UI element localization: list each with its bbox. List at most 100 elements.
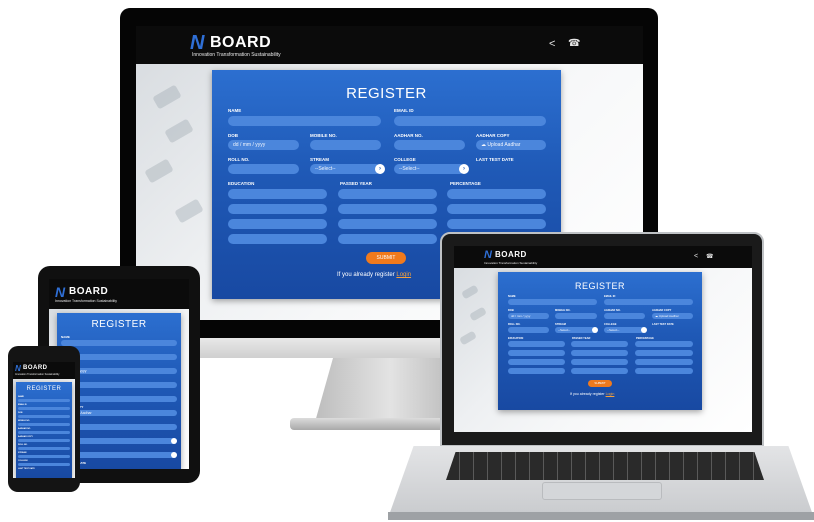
chevron-down-icon[interactable] [171, 438, 177, 444]
education-input[interactable] [508, 341, 565, 347]
education-input[interactable] [228, 234, 327, 244]
education-input[interactable] [228, 189, 327, 199]
percentage-input[interactable] [447, 219, 546, 229]
phone-icon[interactable]: ☎ [706, 253, 713, 260]
logo-n-icon: N [484, 249, 492, 261]
stream-select[interactable]: --Select-- [555, 327, 597, 333]
mobile-label: MOBILE NO. [555, 309, 571, 312]
chevron-down-icon[interactable] [171, 452, 177, 458]
name-input[interactable] [18, 399, 70, 402]
education-input[interactable] [508, 350, 565, 356]
register-title: REGISTER [346, 85, 427, 102]
passed-year-input[interactable] [571, 368, 628, 374]
roll-no-input[interactable] [18, 447, 70, 450]
background-calculator-key [164, 118, 194, 144]
chevron-down-icon[interactable]: › [459, 164, 469, 174]
passed-year-label: PASSED YEAR [572, 337, 591, 340]
chevron-down-icon[interactable] [592, 327, 598, 333]
upload-aadhar-button[interactable]: ☁ Upload Aadhar [476, 140, 546, 150]
laptop-keyboard [446, 452, 764, 480]
site-header: N BOARD Innovation Transformation Sustai… [49, 279, 189, 309]
upload-aadhar-label: Upload Aadhar [487, 142, 521, 148]
passed-year-input[interactable] [571, 350, 628, 356]
register-panel: REGISTER NAME EMAIL ID DOB dd / mm / yyy… [498, 272, 702, 410]
education-input[interactable] [228, 204, 327, 214]
percentage-input[interactable] [635, 359, 693, 365]
dob-label: DOB [18, 412, 23, 414]
college-select[interactable]: --Select-- [604, 327, 645, 333]
percentage-input[interactable] [635, 368, 693, 374]
upload-aadhar-button[interactable]: ☁ Upload Aadhar [652, 313, 693, 319]
chevron-down-icon[interactable] [641, 327, 647, 333]
education-input[interactable] [228, 219, 327, 229]
background-calculator-key [144, 158, 174, 184]
aadhar-no-input[interactable] [604, 313, 645, 319]
mobile-input[interactable] [310, 140, 381, 150]
background-calculator-key [469, 306, 487, 322]
cloud-upload-icon: ☁ [655, 314, 658, 318]
college-label: COLLEGE [394, 157, 416, 162]
college-select[interactable] [18, 463, 70, 466]
stream-select[interactable] [18, 455, 70, 458]
login-link[interactable]: Login [606, 392, 615, 396]
email-input[interactable] [394, 116, 546, 126]
passed-year-label: PASSED YEAR [340, 181, 372, 186]
dob-label: DOB [508, 309, 514, 312]
email-input[interactable] [18, 407, 70, 410]
stream-label: STREAM [18, 452, 27, 454]
upload-aadhar-label: Upload Aadhar [658, 314, 679, 318]
stream-select[interactable]: --Select-- [310, 164, 381, 174]
percentage-label: PERCENTAGE [450, 181, 481, 186]
register-title: REGISTER [91, 319, 147, 330]
roll-no-input[interactable] [228, 164, 299, 174]
roll-no-input[interactable] [508, 327, 549, 333]
percentage-input[interactable] [635, 341, 693, 347]
logo-n-icon: N [15, 364, 21, 373]
percentage-input[interactable] [447, 189, 546, 199]
email-label: EMAIL ID [604, 295, 616, 298]
education-input[interactable] [508, 359, 565, 365]
aadhar-no-label: AADHAR NO. [394, 133, 423, 138]
upload-aadhar-button[interactable] [18, 439, 70, 442]
name-label: NAME [61, 335, 70, 339]
aadhar-no-input[interactable] [18, 431, 70, 434]
site-header: N BOARD Innovation Transformation Sustai… [13, 362, 75, 379]
passed-year-input[interactable] [571, 341, 628, 347]
college-select[interactable]: --Select-- [394, 164, 465, 174]
last-test-date-label: LAST TEST DATE [476, 157, 514, 162]
laptop-trackpad [542, 482, 662, 500]
passed-year-input[interactable] [338, 189, 437, 199]
passed-year-input[interactable] [338, 234, 437, 244]
mobile-input[interactable] [555, 313, 597, 319]
logo-text: BOARD [69, 286, 109, 297]
name-input[interactable] [508, 299, 597, 305]
email-input[interactable] [604, 299, 693, 305]
logo-text: BOARD [210, 34, 272, 51]
dob-input[interactable] [18, 415, 70, 418]
dob-input[interactable]: dd / mm / yyyy [508, 313, 549, 319]
chevron-down-icon[interactable]: › [375, 164, 385, 174]
share-icon[interactable]: < [549, 38, 555, 50]
share-icon[interactable]: < [694, 253, 698, 260]
education-input[interactable] [508, 368, 565, 374]
passed-year-input[interactable] [338, 204, 437, 214]
passed-year-input[interactable] [338, 219, 437, 229]
name-input[interactable] [228, 116, 381, 126]
background-calculator-key [459, 330, 477, 346]
mobile-input[interactable] [18, 423, 70, 426]
name-label: NAME [228, 108, 242, 113]
submit-button[interactable]: SUBMIT [588, 380, 612, 387]
submit-button[interactable]: SUBMIT [366, 252, 406, 264]
logo-tagline: Innovation Transformation Sustainability [484, 261, 538, 265]
phone-icon[interactable]: ☎ [568, 38, 580, 49]
name-input[interactable] [61, 340, 177, 346]
login-link[interactable]: Login [396, 272, 411, 278]
aadhar-no-input[interactable] [394, 140, 465, 150]
percentage-input[interactable] [635, 350, 693, 356]
email-label: EMAIL ID [394, 108, 414, 113]
passed-year-input[interactable] [571, 359, 628, 365]
aadhar-no-label: AADHAR NO. [604, 309, 621, 312]
login-prompt: If you already register Login [337, 272, 411, 278]
dob-input[interactable]: dd / mm / yyyy [228, 140, 299, 150]
percentage-input[interactable] [447, 204, 546, 214]
